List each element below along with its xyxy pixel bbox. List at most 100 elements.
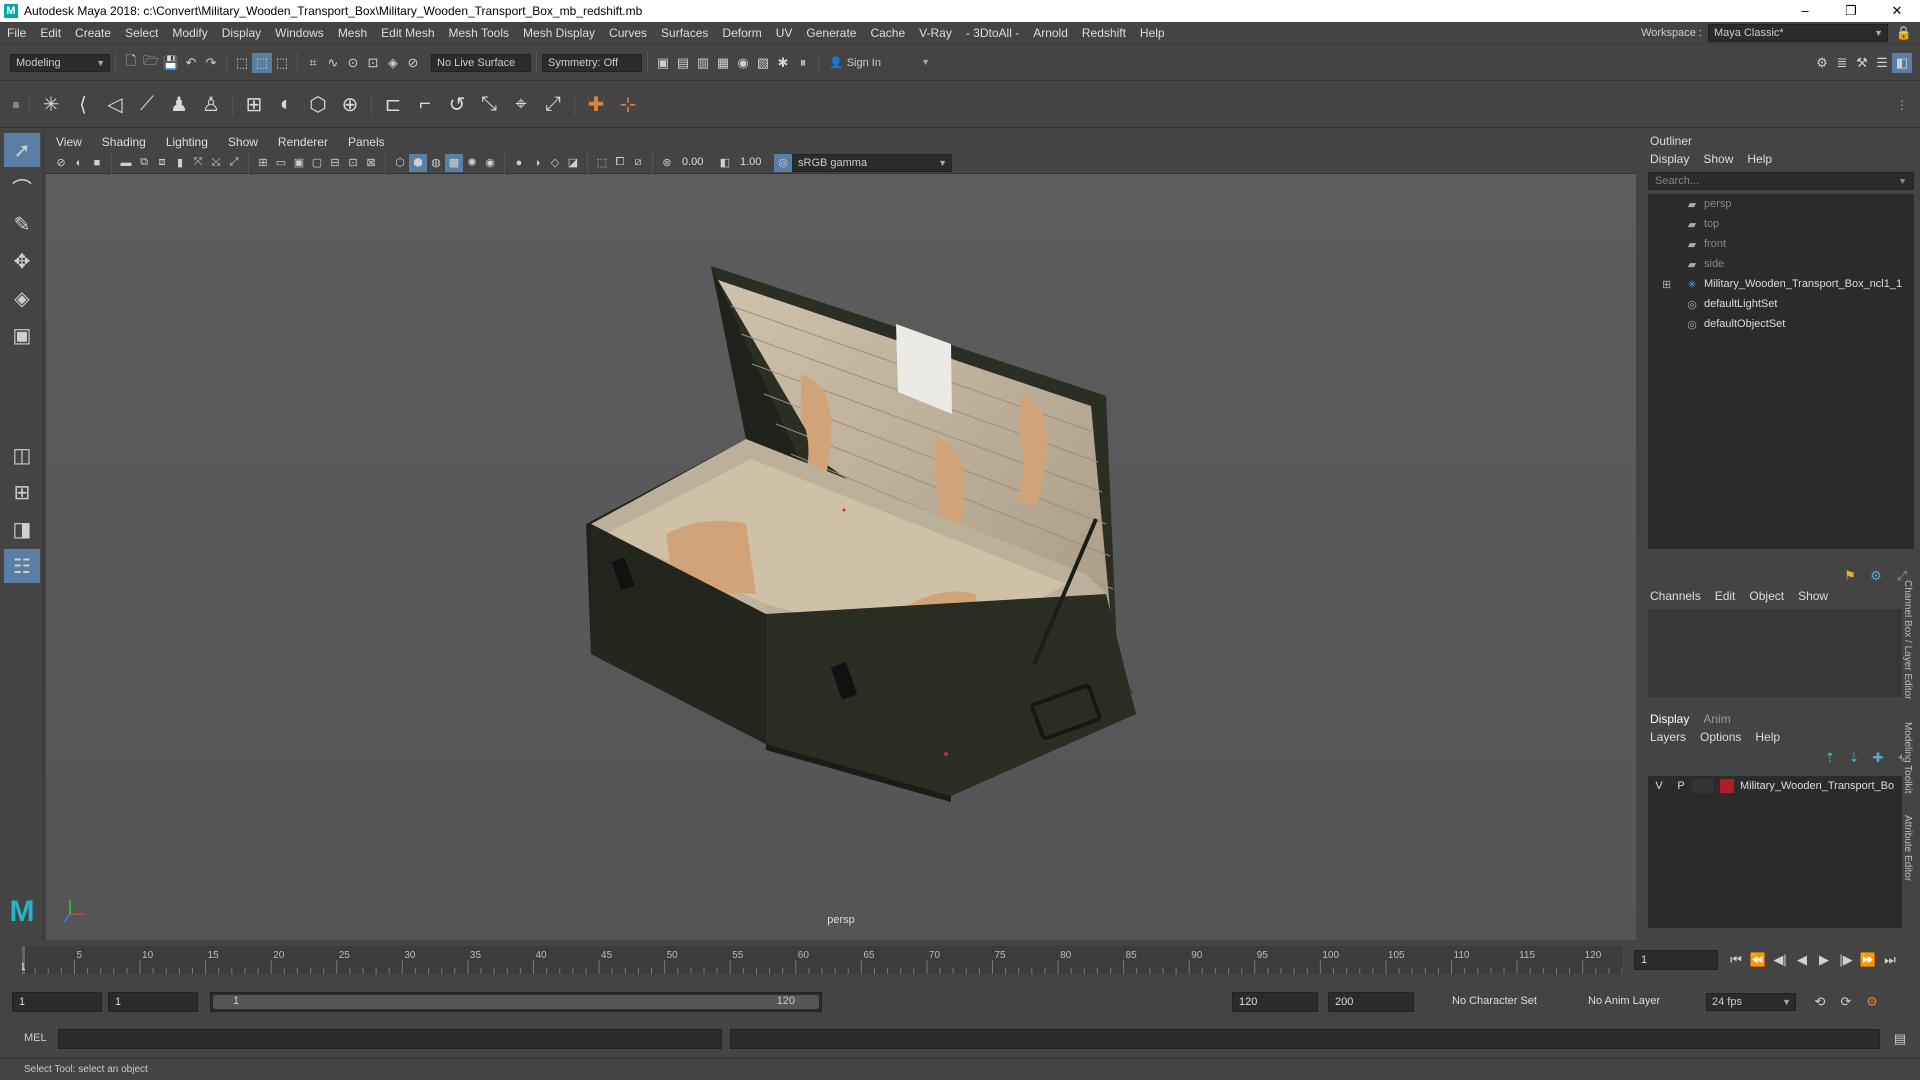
snap-curve-icon[interactable]: ∿ (323, 53, 343, 73)
default-material-icon[interactable]: ▢ (308, 154, 326, 172)
anim-layer-field[interactable]: No Anim Layer (1582, 992, 1692, 1012)
snap-view-icon[interactable]: ⊡ (363, 53, 383, 73)
persp-outliner-layout-icon[interactable]: ◨ (4, 512, 40, 546)
new-scene-icon[interactable]: 🗋 (121, 53, 141, 73)
fps-dropdown[interactable]: 24 fps ▼ (1706, 993, 1796, 1011)
hud-icon[interactable]: ◇ (546, 154, 564, 172)
redo-icon[interactable]: ↷ (201, 53, 221, 73)
humanik-icon[interactable]: ♟ (163, 89, 195, 121)
quick-rig-icon[interactable]: ♙ (195, 89, 227, 121)
layer-row[interactable]: V P Military_Wooden_Transport_Bo (1648, 776, 1914, 796)
menu-item[interactable]: Redshift (1075, 22, 1133, 44)
play-backwards-icon[interactable]: ◀ (1792, 950, 1812, 970)
menu-item[interactable]: Edit Mesh (374, 22, 441, 44)
close-button[interactable]: ✕ (1874, 3, 1920, 19)
outliner-item[interactable]: ▰ persp (1648, 194, 1914, 214)
render-setup-icon[interactable]: ▧ (753, 53, 773, 73)
ipr-render-icon[interactable]: ▥ (693, 53, 713, 73)
lattice-icon[interactable]: ⊞ (238, 89, 270, 121)
channel-box-menu-item[interactable]: Show (1798, 589, 1828, 603)
menu-item[interactable]: UV (769, 22, 800, 44)
layer-editor-toggle-icon[interactable]: ◧ (1892, 52, 1912, 73)
viewport-2-icon[interactable]: ⧄ (629, 154, 647, 172)
modeling-toolkit-icon[interactable]: ⚙ (1812, 53, 1832, 73)
playback-start-field[interactable]: 1 (108, 992, 198, 1012)
menu-item[interactable]: Display (215, 22, 268, 44)
menu-item[interactable]: Cache (863, 22, 912, 44)
render-frame-icon[interactable]: ▤ (673, 53, 693, 73)
select-camera-icon[interactable]: ⬚ (593, 154, 611, 172)
layer-color-swatch[interactable] (1720, 779, 1734, 793)
locator-key-icon[interactable]: ⊹ (612, 89, 644, 121)
side-tab[interactable]: Modeling Toolkit (1902, 722, 1913, 794)
create-joint-icon[interactable]: ✳ (35, 89, 67, 121)
menu-item[interactable]: Modify (165, 22, 214, 44)
layer-visibility-toggle[interactable]: V (1648, 780, 1670, 792)
auto-key-icon[interactable]: ⟳ (1836, 992, 1856, 1012)
outliner-menu-item[interactable]: Show (1703, 152, 1733, 166)
select-hierarchy-icon[interactable]: ⬚ (232, 53, 252, 73)
move-layer-up-icon[interactable]: ⇡ (1820, 748, 1840, 768)
constraint-point-icon[interactable]: ⌐ (409, 89, 441, 121)
constraint-orient-icon[interactable]: ↺ (441, 89, 473, 121)
channel-box-menu-item[interactable]: Channels (1650, 589, 1701, 603)
loop-icon[interactable]: ⟲ (1810, 992, 1830, 1012)
gamma-icon[interactable]: ◧ (716, 154, 734, 172)
viewport-menu-item[interactable]: Panels (338, 132, 395, 152)
image-plane-icon[interactable]: ◐ (70, 154, 88, 172)
outliner-item[interactable]: ◎ defaultLightSet (1648, 294, 1914, 314)
channel-box-layer-icon[interactable]: ⚙ (1866, 566, 1886, 586)
gate-mask-icon[interactable]: ⧈ (153, 154, 171, 172)
menu-item[interactable]: Arnold (1026, 22, 1075, 44)
time-slider[interactable]: 5 10 15 20 25 30 35 40 45 50 55 60 65 70 75 80 85 90 95 100… (0, 940, 1920, 978)
layer-type-toggle[interactable] (1692, 779, 1714, 793)
symmetry-dropdown[interactable]: Symmetry: Off (542, 53, 642, 72)
menu-item[interactable]: Edit (33, 22, 68, 44)
character-set-field[interactable]: No Character Set (1446, 992, 1556, 1012)
outliner-item[interactable]: ▰ side (1648, 254, 1914, 274)
shadows-icon[interactable]: ▩ (445, 153, 463, 172)
lock-icon[interactable]: 🔒 (1894, 23, 1914, 43)
script-editor-icon[interactable]: ▤ (1890, 1029, 1910, 1049)
resolution-gate-icon[interactable]: ⧉ (135, 154, 153, 172)
paint-select-tool-icon[interactable]: ✎ (4, 207, 40, 241)
move-layer-down-icon[interactable]: ⇣ (1844, 748, 1864, 768)
xray-icon[interactable]: ⊡ (344, 154, 362, 172)
menu-set-dropdown[interactable]: Modeling ▼ (10, 53, 110, 72)
layer-menu-item[interactable]: Help (1755, 730, 1780, 744)
viewport-menu-item[interactable]: Shading (92, 132, 156, 152)
live-surface-field[interactable]: No Live Surface (431, 53, 531, 72)
outliner-item[interactable]: ▰ top (1648, 214, 1914, 234)
cluster-icon[interactable]: ◐ (270, 89, 302, 121)
wireframe-icon[interactable]: ▭ (272, 154, 290, 172)
step-forward-frame-icon[interactable]: |▶ (1836, 950, 1856, 970)
sign-in-button[interactable]: 👤 Sign In ▼ (824, 53, 934, 72)
outliner-menu-item[interactable]: Help (1747, 152, 1772, 166)
bookmark-icon[interactable]: ■ (88, 154, 106, 172)
step-forward-key-icon[interactable]: ⏩ (1858, 950, 1878, 970)
command-language-label[interactable]: MEL (24, 1032, 47, 1044)
ik-handle-icon[interactable]: ⟨ (67, 89, 99, 121)
soft-mod-icon[interactable]: ⊕ (334, 89, 366, 121)
side-tab[interactable]: Attribute Editor (1902, 815, 1913, 881)
outliner-layout-icon[interactable]: ☷ (4, 549, 40, 583)
screen-space-ao-icon[interactable]: ◪ (564, 154, 582, 172)
command-input[interactable] (58, 1029, 722, 1049)
expand-icon[interactable]: ⊞ (1662, 278, 1671, 291)
menu-item[interactable]: Windows (268, 22, 331, 44)
character-set-control[interactable]: No Character Set (1446, 992, 1556, 1012)
menu-item[interactable]: Curves (602, 22, 654, 44)
single-perspective-layout-icon[interactable]: ◫ (4, 438, 40, 472)
pan-zoom-icon[interactable]: ⤢ (225, 154, 243, 172)
layer-menu-item[interactable]: Options (1700, 730, 1741, 744)
play-forwards-icon[interactable]: ▶ (1814, 950, 1834, 970)
select-object-icon[interactable]: ⬚ (252, 52, 272, 73)
playback-end-field[interactable]: 120 (1232, 992, 1318, 1012)
snap-live-icon[interactable]: ⊘ (403, 53, 423, 73)
layer-tab[interactable]: Display (1650, 712, 1689, 726)
wrap-deformer-icon[interactable]: ⬡ (302, 89, 334, 121)
constraint-scale-icon[interactable]: ⤡ (473, 89, 505, 121)
menu-item[interactable]: V-Ray (912, 22, 959, 44)
channel-box-toggle-icon[interactable]: ☰ (1872, 53, 1892, 73)
camera-attributes-icon[interactable]: ⊘ (52, 154, 70, 172)
